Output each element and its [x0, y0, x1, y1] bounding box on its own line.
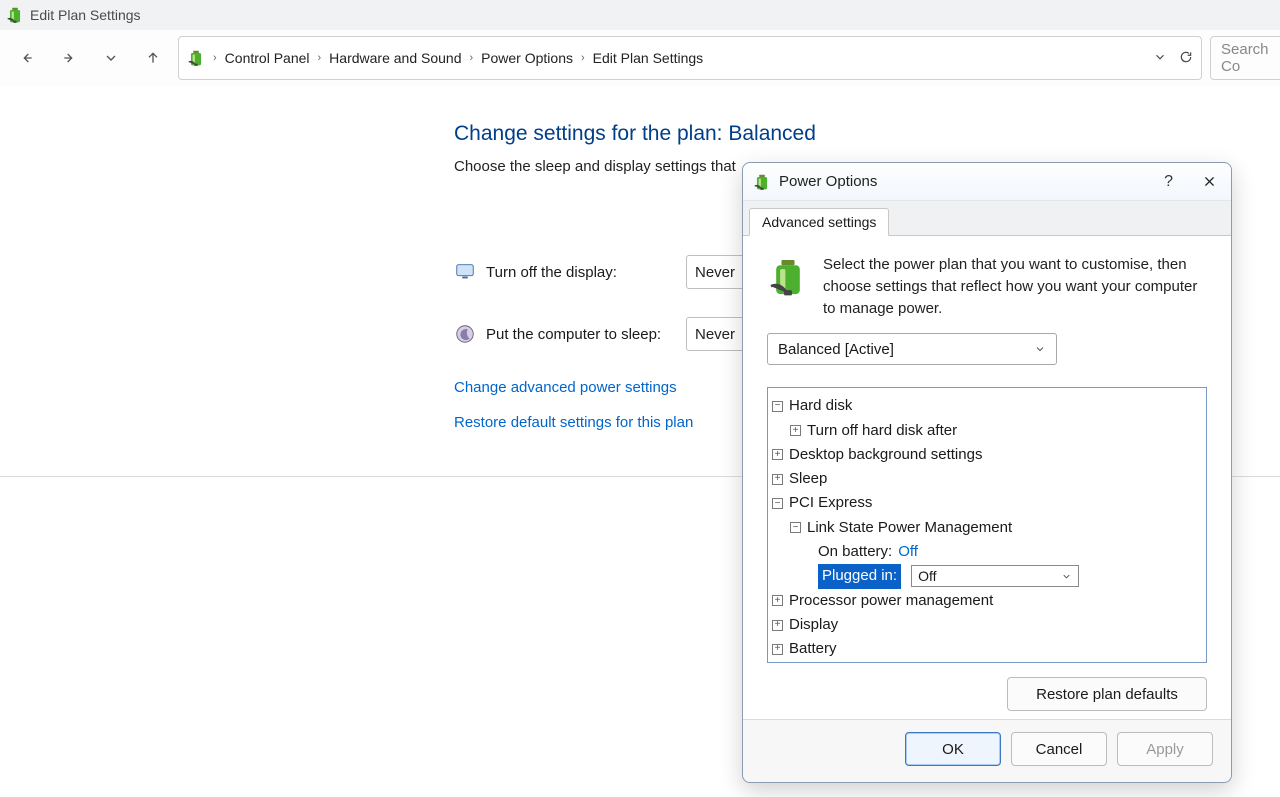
- battery-icon: [187, 49, 205, 67]
- search-placeholder: Search Co: [1221, 41, 1270, 75]
- tree-item-pci-express[interactable]: PCI Express: [772, 491, 1202, 515]
- tree-item-hard-disk[interactable]: Hard disk: [772, 394, 1202, 418]
- close-icon: [1203, 175, 1216, 188]
- address-bar[interactable]: › Control Panel › Hardware and Sound › P…: [178, 36, 1202, 80]
- battery-icon: [767, 256, 809, 298]
- chevron-down-icon: [1034, 343, 1046, 355]
- tree-item-battery[interactable]: Battery: [772, 637, 1202, 661]
- window-title: Edit Plan Settings: [30, 7, 141, 23]
- monitor-icon: [454, 261, 476, 283]
- tree-item-display[interactable]: Display: [772, 613, 1202, 637]
- chevron-down-icon: [1061, 571, 1072, 582]
- apply-button[interactable]: Apply: [1117, 732, 1213, 766]
- power-plan-select[interactable]: Balanced [Active]: [767, 333, 1057, 365]
- up-button[interactable]: [136, 41, 170, 75]
- tree-item-link-state[interactable]: Link State Power Management: [772, 516, 1202, 540]
- tree-label: Processor power management: [789, 589, 993, 613]
- recent-locations-button[interactable]: [94, 41, 128, 75]
- tree-label: PCI Express: [789, 491, 872, 515]
- tree-item-sleep[interactable]: Sleep: [772, 467, 1202, 491]
- settings-tree[interactable]: Hard disk Turn off hard disk after Deskt…: [767, 387, 1207, 663]
- breadcrumb-item[interactable]: Control Panel: [225, 50, 310, 66]
- moon-icon: [454, 323, 476, 345]
- chevron-right-icon: ›: [318, 52, 322, 64]
- refresh-icon: [1179, 50, 1193, 64]
- chevron-right-icon: ›: [469, 52, 473, 64]
- tree-item-plugged-in[interactable]: Plugged in: Off: [772, 564, 1202, 588]
- setting-label: Put the computer to sleep:: [486, 326, 686, 343]
- dialog-intro-text: Select the power plan that you want to c…: [823, 254, 1207, 319]
- expand-icon[interactable]: [772, 595, 783, 606]
- close-button[interactable]: [1195, 168, 1223, 196]
- select-value: Never: [695, 326, 735, 343]
- setting-label: Turn off the display:: [486, 264, 686, 281]
- power-options-dialog: Power Options ? Advanced settings Select…: [742, 162, 1232, 783]
- select-value: Never: [695, 264, 735, 281]
- back-button[interactable]: [10, 41, 44, 75]
- collapse-icon[interactable]: [772, 401, 783, 412]
- dialog-body: Select the power plan that you want to c…: [743, 236, 1231, 719]
- collapse-icon[interactable]: [790, 522, 801, 533]
- tree-item-on-battery[interactable]: On battery: Off: [772, 540, 1202, 564]
- dialog-footer: OK Cancel Apply: [743, 719, 1231, 782]
- tree-item-processor[interactable]: Processor power management: [772, 589, 1202, 613]
- tree-item-turn-off-hard-disk[interactable]: Turn off hard disk after: [772, 419, 1202, 443]
- chevron-down-icon: [1153, 50, 1167, 64]
- dialog-tabstrip: Advanced settings: [743, 201, 1231, 236]
- select-value: Off: [918, 565, 936, 588]
- battery-icon: [6, 6, 24, 24]
- tree-value[interactable]: Off: [898, 540, 918, 564]
- tree-label: Battery: [789, 637, 837, 661]
- collapse-icon[interactable]: [772, 498, 783, 509]
- expand-icon[interactable]: [772, 474, 783, 485]
- refresh-button[interactable]: [1179, 50, 1193, 67]
- tree-label: Sleep: [789, 467, 827, 491]
- ok-button[interactable]: OK: [905, 732, 1001, 766]
- tree-label: On battery:: [818, 540, 892, 564]
- tree-label: Desktop background settings: [789, 443, 982, 467]
- chevron-down-icon: [103, 50, 119, 66]
- search-input[interactable]: Search Co: [1210, 36, 1280, 80]
- battery-icon: [753, 173, 771, 191]
- tree-label: Display: [789, 613, 838, 637]
- help-button[interactable]: ?: [1164, 173, 1173, 191]
- dialog-intro: Select the power plan that you want to c…: [767, 254, 1207, 319]
- arrow-right-icon: [61, 50, 77, 66]
- arrow-up-icon: [145, 50, 161, 66]
- chevron-right-icon: ›: [581, 52, 585, 64]
- expand-icon[interactable]: [790, 425, 801, 436]
- forward-button[interactable]: [52, 41, 86, 75]
- expand-icon[interactable]: [772, 644, 783, 655]
- chevron-right-icon: ›: [213, 52, 217, 64]
- select-value: Balanced [Active]: [778, 341, 894, 358]
- tree-label: Hard disk: [789, 394, 852, 418]
- tree-item-desktop-background[interactable]: Desktop background settings: [772, 443, 1202, 467]
- cancel-button[interactable]: Cancel: [1011, 732, 1107, 766]
- tree-label: Turn off hard disk after: [807, 419, 957, 443]
- dialog-titlebar[interactable]: Power Options ?: [743, 163, 1231, 201]
- toolbar: › Control Panel › Hardware and Sound › P…: [0, 30, 1280, 86]
- breadcrumb-item[interactable]: Edit Plan Settings: [593, 50, 704, 66]
- plugged-in-select[interactable]: Off: [911, 565, 1079, 587]
- page-title: Change settings for the plan: Balanced: [454, 122, 1280, 146]
- expand-icon[interactable]: [772, 449, 783, 460]
- dialog-title: Power Options: [779, 173, 877, 190]
- address-dropdown-button[interactable]: [1153, 50, 1167, 67]
- breadcrumb-item[interactable]: Hardware and Sound: [329, 50, 461, 66]
- tab-advanced-settings[interactable]: Advanced settings: [749, 208, 889, 236]
- arrow-left-icon: [19, 50, 35, 66]
- tree-label: Link State Power Management: [807, 516, 1012, 540]
- breadcrumb-item[interactable]: Power Options: [481, 50, 573, 66]
- tree-label-selected: Plugged in:: [818, 564, 901, 588]
- expand-icon[interactable]: [772, 620, 783, 631]
- restore-plan-defaults-button[interactable]: Restore plan defaults: [1007, 677, 1207, 711]
- window-titlebar: Edit Plan Settings: [0, 0, 1280, 30]
